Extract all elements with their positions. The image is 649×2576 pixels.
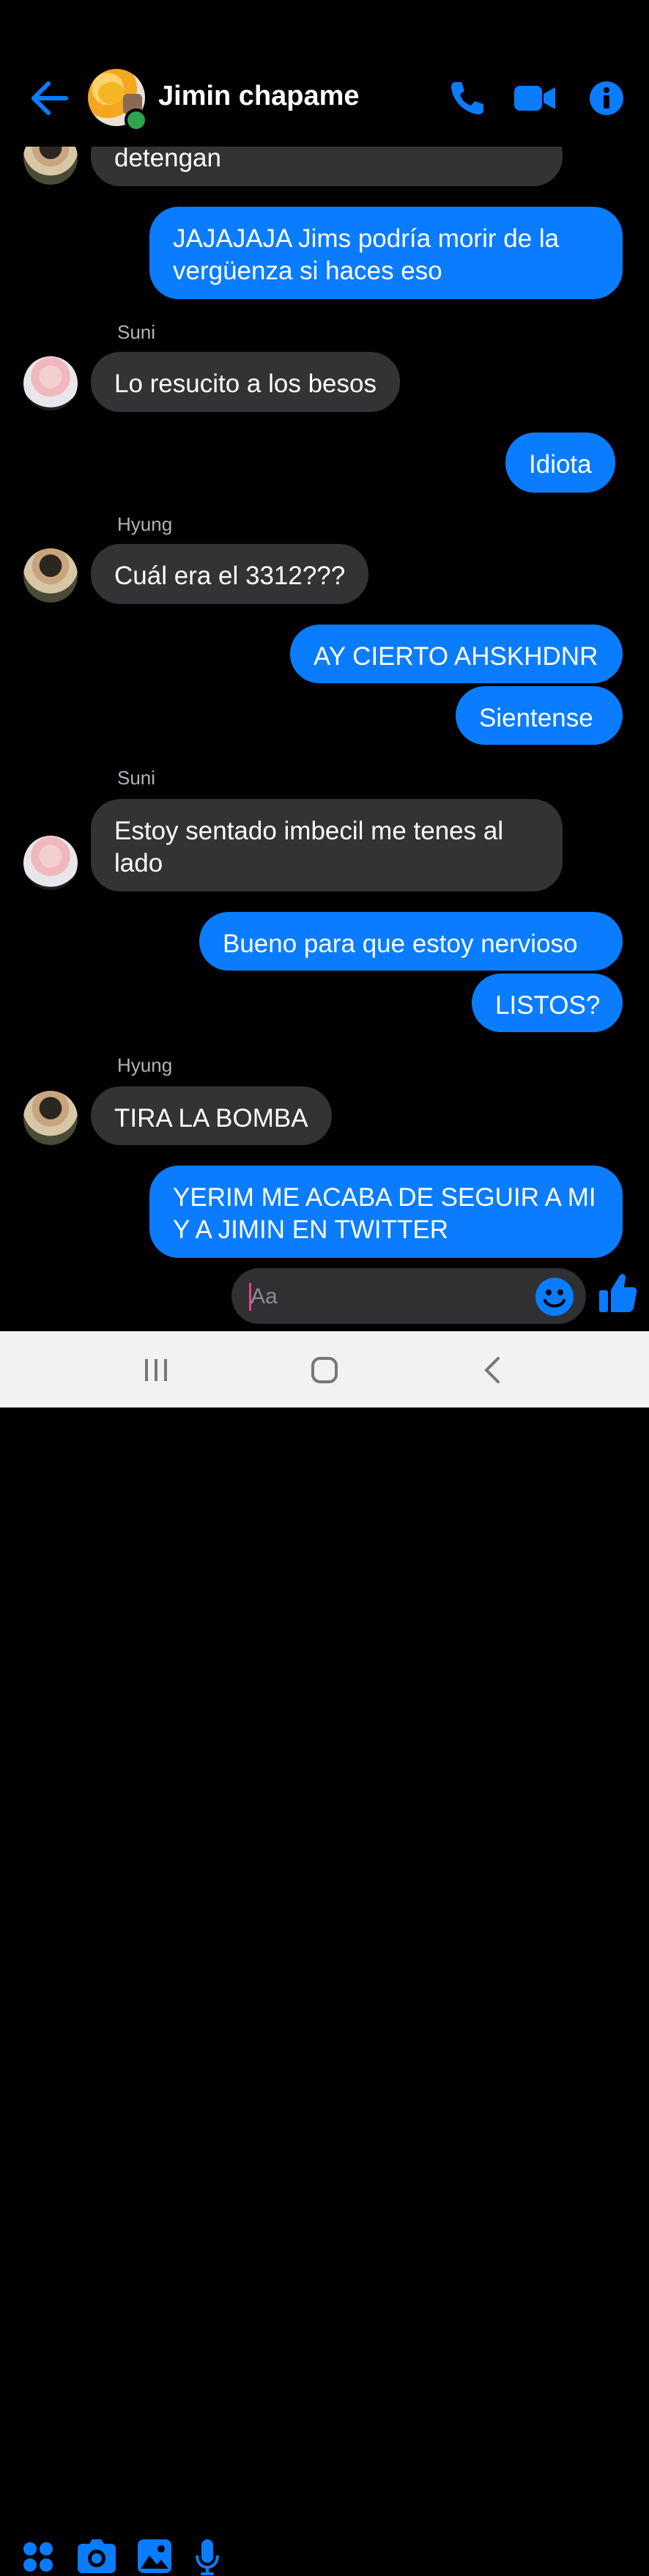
message-input-placeholder: Aa xyxy=(251,1284,278,1309)
photo-gallery-icon[interactable] xyxy=(138,2539,171,2573)
back-nav-icon[interactable] xyxy=(482,1356,502,1384)
incoming-message[interactable]: Estoy sentado imbecil me tenes al lado xyxy=(91,799,563,891)
outgoing-message[interactable]: JAJAJAJA Jims podría morir de la vergüen… xyxy=(149,207,623,299)
outgoing-message[interactable]: Bueno para que estoy nervioso xyxy=(199,912,623,971)
outgoing-message[interactable]: Sientense xyxy=(456,686,623,745)
conversation-title[interactable]: Jimin chapame xyxy=(158,81,360,112)
outgoing-message[interactable]: YERIM ME ACABA DE SEGUIR A MI Y A JIMIN … xyxy=(149,1166,623,1258)
home-icon[interactable] xyxy=(311,1356,338,1384)
sender-name: Suni xyxy=(117,321,156,343)
outgoing-message[interactable]: LISTOS? xyxy=(472,974,623,1032)
hyung-avatar[interactable] xyxy=(23,1091,78,1145)
recent-apps-icon[interactable] xyxy=(144,1358,168,1383)
sender-name: Suni xyxy=(117,767,156,789)
incoming-message[interactable]: TIRA LA BOMBA xyxy=(91,1086,332,1145)
back-arrow-icon[interactable] xyxy=(28,79,69,117)
sender-name: Hyung xyxy=(117,513,173,535)
phone-icon[interactable] xyxy=(448,79,486,117)
video-camera-icon[interactable] xyxy=(513,83,557,114)
incoming-message[interactable]: Lo resucito a los besos xyxy=(91,352,400,412)
sender-name: Hyung xyxy=(117,1054,173,1076)
online-status-dot xyxy=(125,108,148,132)
suni-avatar[interactable] xyxy=(23,356,78,411)
thumbs-up-icon[interactable] xyxy=(599,1273,637,1314)
suni-avatar[interactable] xyxy=(23,836,78,890)
incoming-message[interactable]: Cuál era el 3312??? xyxy=(91,544,369,604)
outgoing-message[interactable]: Idiota xyxy=(505,433,615,493)
conversation-header: Jimin chapame xyxy=(0,0,649,147)
camera-icon[interactable] xyxy=(78,2539,116,2573)
outgoing-message[interactable]: AY CIERTO AHSKHDNR xyxy=(290,625,623,683)
apps-grid-icon[interactable] xyxy=(22,2541,54,2573)
hyung-avatar[interactable] xyxy=(23,548,78,603)
message-input[interactable] xyxy=(231,1268,586,1324)
emoji-icon[interactable] xyxy=(535,1277,574,1317)
system-navigation-bar xyxy=(0,1331,649,1407)
info-icon[interactable] xyxy=(589,81,624,116)
microphone-icon[interactable] xyxy=(195,2539,220,2576)
